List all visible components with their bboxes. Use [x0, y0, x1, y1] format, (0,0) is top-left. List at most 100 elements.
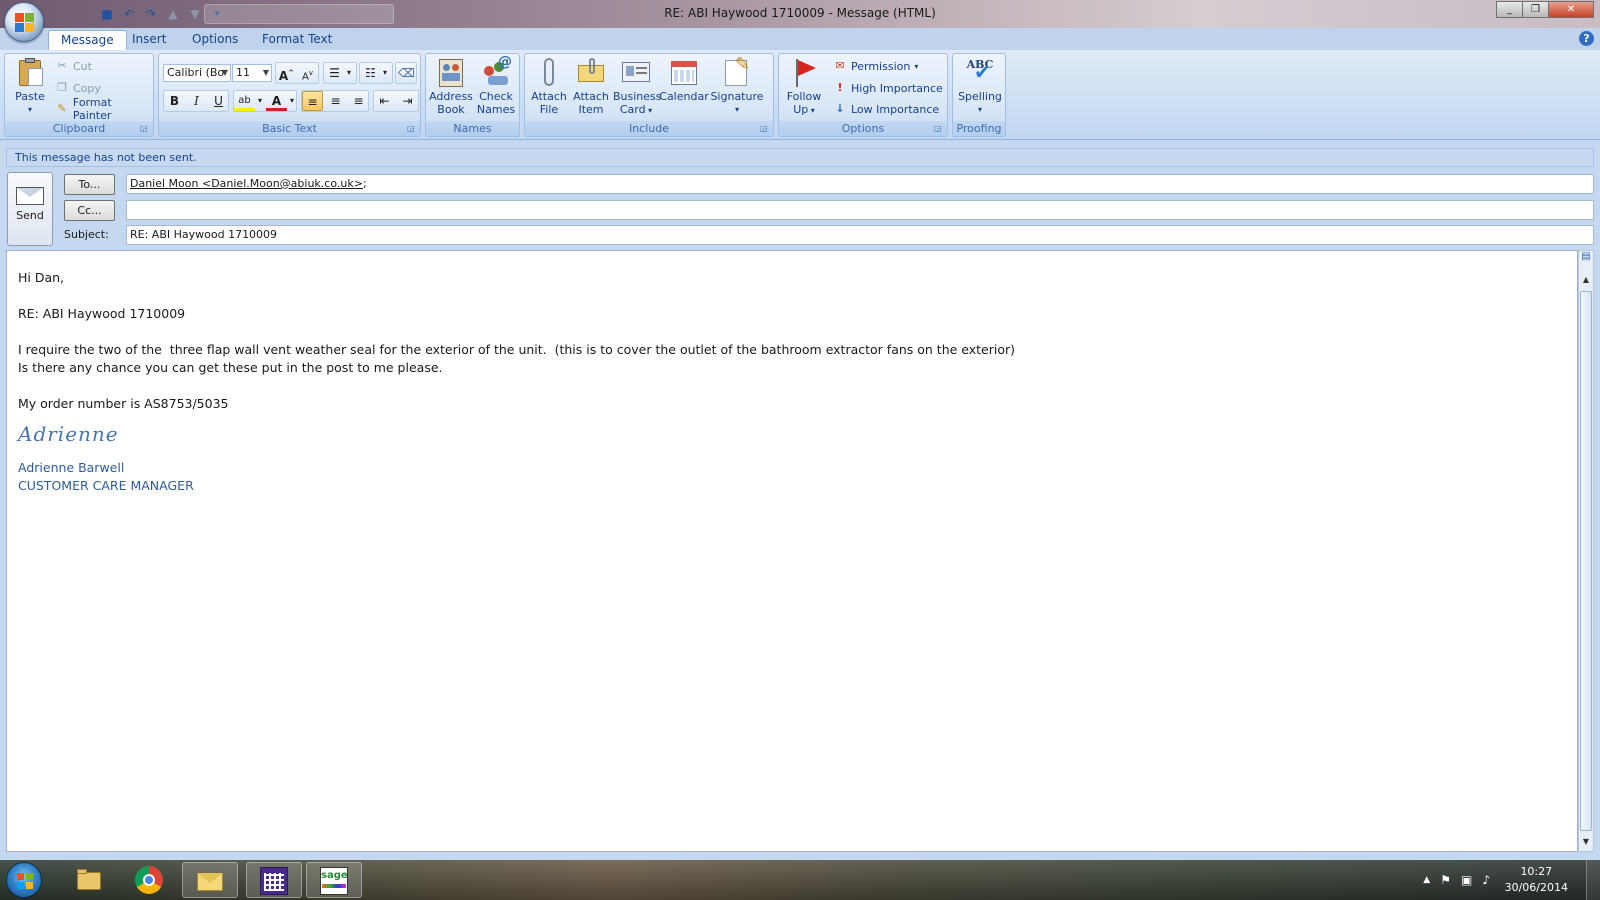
group-options: Follow Up ▾ ✉ Permission ▾ ! High Import…: [778, 53, 948, 137]
copy-button[interactable]: ❐ Copy: [55, 78, 101, 98]
tab-insert[interactable]: Insert: [120, 30, 178, 50]
options-dialog-launcher-icon[interactable]: ◲: [934, 124, 944, 134]
low-importance-label: Low Importance: [851, 102, 940, 116]
grid-app-icon: [260, 867, 288, 895]
group-proofing: ABC ✔ Spelling ▾ Proofing: [952, 53, 1006, 137]
low-importance-button[interactable]: ↓ Low Importance: [833, 99, 939, 119]
close-button[interactable]: ✕: [1548, 1, 1594, 18]
sage-icon: sage: [320, 867, 348, 895]
font-color-button[interactable]: A: [266, 91, 287, 111]
permission-button[interactable]: ✉ Permission ▾: [833, 56, 918, 76]
start-button[interactable]: [6, 862, 42, 898]
format-painter-button[interactable]: ✎ Format Painter: [55, 96, 153, 122]
spelling-button[interactable]: ABC ✔ Spelling ▾: [955, 56, 1005, 116]
alignment-group: ≡ ≡ ≡: [301, 90, 369, 112]
to-button[interactable]: To...: [64, 174, 115, 195]
increase-indent-icon[interactable]: ⇥: [397, 91, 418, 111]
taskbar-outlook[interactable]: [182, 862, 238, 898]
attach-item-button[interactable]: Attach Item: [571, 56, 611, 116]
body-scrollbar[interactable]: ▤ ▲ ▼: [1578, 250, 1594, 852]
send-button[interactable]: Send: [7, 172, 53, 246]
font-size-combo[interactable]: 11 ▼: [232, 64, 272, 82]
cc-button[interactable]: Cc...: [64, 200, 115, 221]
copy-icon: ❐: [57, 81, 67, 94]
font-name-combo[interactable]: Calibri (Bo ▼: [163, 64, 231, 82]
action-center-flag-icon[interactable]: ⚑: [1440, 873, 1451, 887]
show-hidden-icons-icon[interactable]: ▲: [1423, 875, 1430, 885]
follow-up-button[interactable]: Follow Up ▾: [781, 56, 827, 117]
signature-button[interactable]: ✎ Signature ▾: [709, 56, 765, 116]
restore-button[interactable]: ❐: [1522, 1, 1549, 18]
tab-format-text[interactable]: Format Text: [250, 30, 344, 50]
network-icon[interactable]: ▣: [1461, 873, 1472, 887]
scroll-up-icon[interactable]: ▲: [1579, 275, 1593, 287]
red-flag-icon: [788, 56, 820, 88]
high-importance-button[interactable]: ! High Importance: [833, 78, 942, 98]
spelling-label: Spelling: [958, 90, 1002, 103]
font-style-group: B I U: [163, 90, 229, 112]
paste-button[interactable]: Paste ▾: [9, 56, 51, 116]
chevron-down-icon[interactable]: ▾: [378, 63, 392, 83]
bullets-group: ☰ ▾: [323, 62, 357, 84]
align-center-icon[interactable]: ≡: [325, 91, 346, 111]
chevron-down-icon: ▾: [645, 106, 653, 115]
taskbar-grid-app[interactable]: [246, 862, 302, 898]
subject-field[interactable]: RE: ABI Haywood 1710009: [126, 225, 1594, 245]
highlighter-icon[interactable]: ab: [234, 91, 255, 111]
chevron-down-icon: ▾: [914, 61, 919, 71]
subject-label: Subject:: [64, 228, 109, 241]
cc-field[interactable]: [126, 200, 1594, 220]
taskbar-sage[interactable]: sage: [306, 862, 362, 898]
chevron-down-icon[interactable]: ▾: [286, 91, 298, 111]
tab-message[interactable]: Message: [48, 30, 127, 50]
scroll-down-icon[interactable]: ▼: [1579, 837, 1593, 849]
grow-font-icon[interactable]: A^: [276, 63, 297, 83]
minimize-button[interactable]: _: [1496, 1, 1523, 18]
taskbar-clock[interactable]: 10:27 30/06/2014: [1505, 864, 1568, 896]
show-desktop-button[interactable]: [1586, 860, 1600, 900]
ruler-toggle-icon[interactable]: ▤: [1579, 251, 1593, 273]
indent-group: ⇤ ⇥: [373, 90, 419, 112]
align-left-icon[interactable]: ≡: [302, 91, 323, 111]
calendar-button[interactable]: Calendar: [659, 56, 709, 103]
basic-text-dialog-launcher-icon[interactable]: ◲: [407, 124, 417, 134]
decrease-indent-icon[interactable]: ⇤: [374, 91, 395, 111]
include-dialog-launcher-icon[interactable]: ◲: [760, 124, 770, 134]
chrome-icon: [135, 866, 163, 894]
tab-options[interactable]: Options: [180, 30, 250, 50]
cut-button[interactable]: ✂ Cut: [55, 56, 92, 76]
volume-icon[interactable]: ♪: [1482, 873, 1490, 887]
scrollbar-thumb[interactable]: [1580, 291, 1592, 831]
underline-button[interactable]: U: [208, 91, 229, 111]
business-card-label-2: Card: [619, 103, 646, 116]
attach-file-button[interactable]: Attach File: [529, 56, 569, 116]
clipboard-dialog-launcher-icon[interactable]: ◲: [140, 124, 150, 134]
align-right-icon[interactable]: ≡: [348, 91, 369, 111]
help-icon[interactable]: ?: [1579, 31, 1594, 46]
clock-time: 10:27: [1520, 865, 1553, 878]
clear-formatting-icon[interactable]: ⌫: [396, 63, 417, 83]
paperclip-icon: [533, 56, 565, 88]
to-field[interactable]: Daniel Moon <Daniel.Moon@abiuk.co.uk>;: [126, 174, 1594, 194]
italic-button[interactable]: I: [186, 91, 207, 111]
check-names-button[interactable]: @ Check Names: [474, 55, 518, 116]
ribbon: Paste ▾ ✂ Cut ❐ Copy ✎ Format Painter Cl…: [0, 50, 1600, 140]
permission-icon: ✉: [835, 59, 845, 72]
exclamation-icon: !: [837, 81, 843, 94]
business-card-button[interactable]: Business Card ▾: [613, 56, 662, 117]
bold-button[interactable]: B: [164, 91, 185, 111]
chevron-down-icon[interactable]: ▾: [254, 91, 266, 111]
office-button[interactable]: [4, 2, 44, 42]
chevron-down-icon[interactable]: ▾: [342, 63, 356, 83]
chevron-down-icon: ▾: [977, 105, 982, 114]
address-book-button[interactable]: Address Book: [428, 56, 474, 116]
taskbar-chrome[interactable]: [122, 862, 178, 898]
attach-file-label-1: Attach: [531, 90, 567, 103]
down-arrow-icon: ↓: [835, 102, 845, 115]
taskbar-explorer[interactable]: [62, 862, 118, 898]
to-recipient[interactable]: Daniel Moon <Daniel.Moon@abiuk.co.uk>: [130, 177, 363, 190]
clipboard-icon: [14, 56, 46, 88]
window-controls: _ ❐ ✕: [1496, 1, 1594, 18]
shrink-font-icon[interactable]: Av: [297, 63, 318, 83]
message-body[interactable]: Hi Dan, RE: ABI Haywood 1710009 I requir…: [6, 250, 1578, 852]
